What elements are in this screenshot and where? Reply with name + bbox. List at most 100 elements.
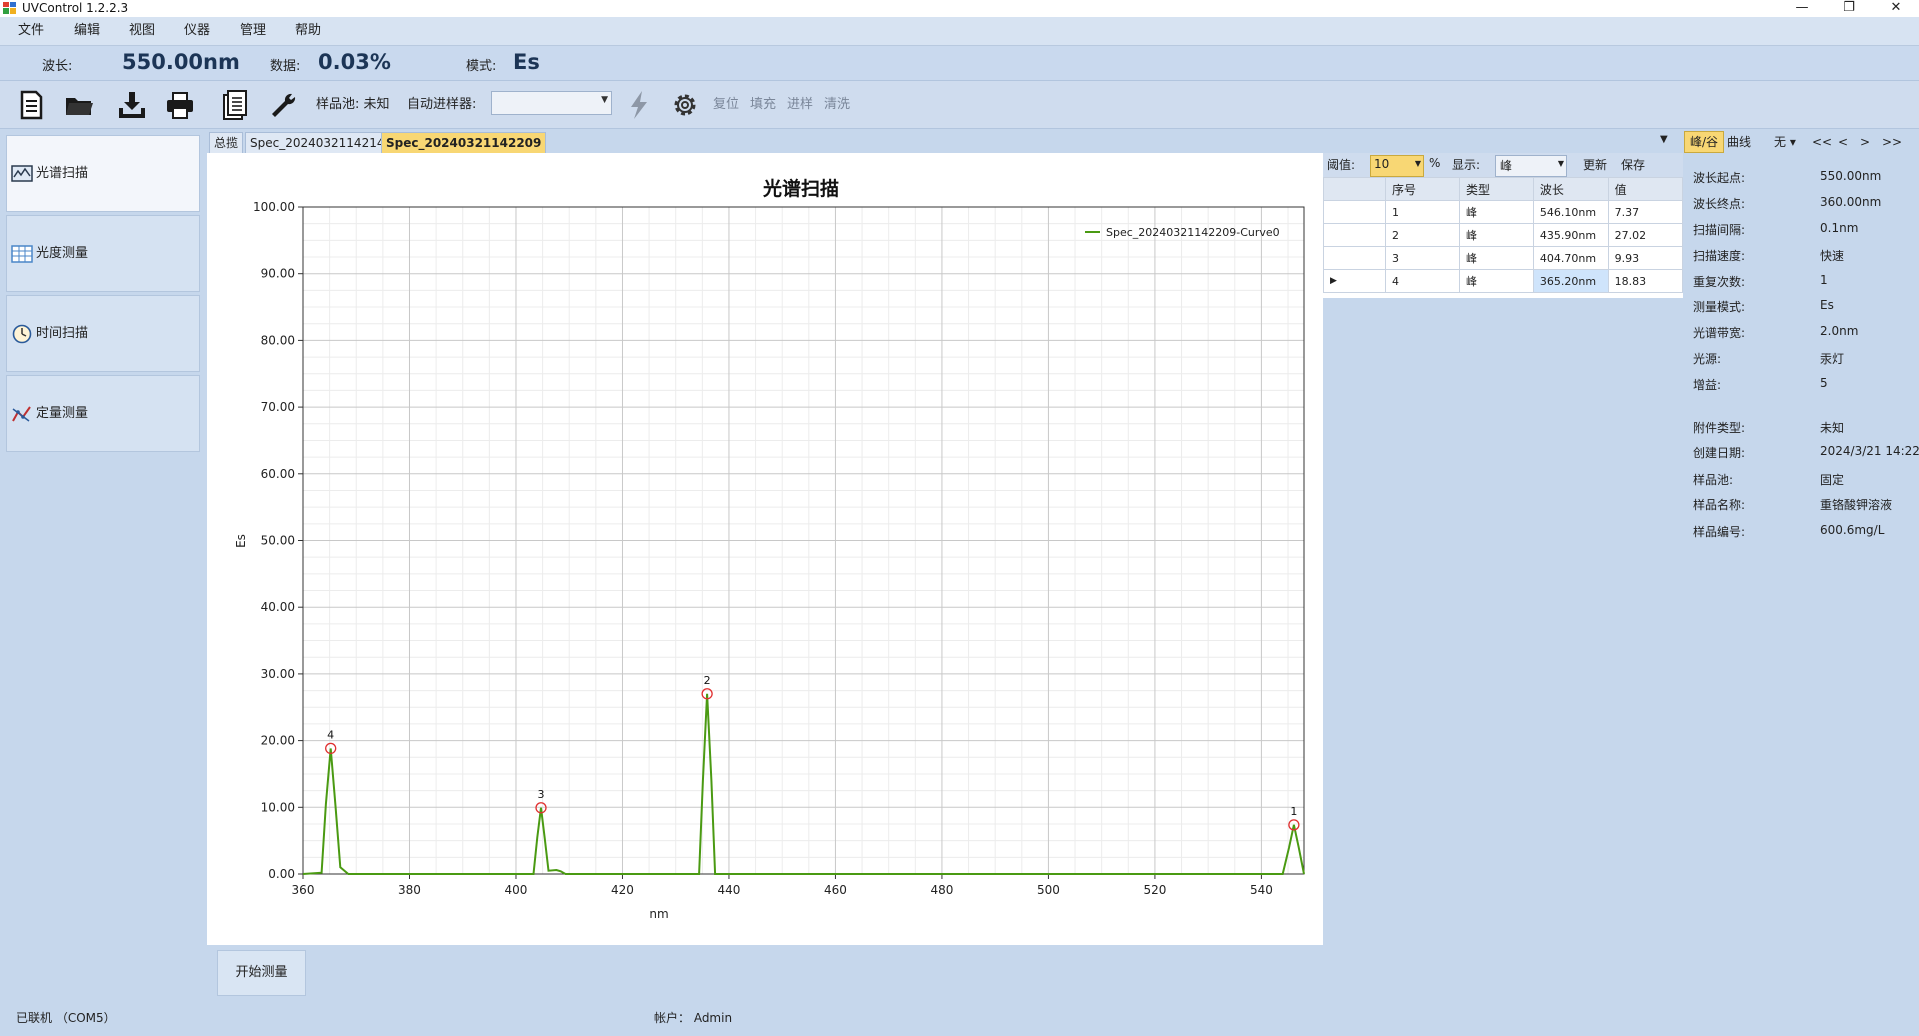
- cell-value[interactable]: 27.02: [1607, 223, 1684, 247]
- prop-value: 重铬酸钾溶液: [1820, 498, 1893, 512]
- row-selector[interactable]: [1322, 223, 1387, 247]
- lightning-icon[interactable]: [622, 88, 656, 122]
- nav-first-button[interactable]: <<: [1812, 132, 1832, 152]
- table-row[interactable]: 2 峰 435.90nm 27.02: [1322, 223, 1684, 247]
- cell-wavelength[interactable]: 435.90nm: [1532, 223, 1609, 247]
- y-tick-label: 80.00: [261, 333, 295, 347]
- download-icon[interactable]: [115, 88, 149, 122]
- cell-wavelength[interactable]: 404.70nm: [1532, 246, 1609, 270]
- column-header[interactable]: 序号: [1385, 177, 1460, 201]
- data-label: 数据:: [270, 59, 301, 74]
- reset-button[interactable]: 复位: [713, 95, 739, 115]
- minimize-button[interactable]: —: [1782, 0, 1822, 17]
- display-select[interactable]: 峰 ▼: [1495, 155, 1567, 177]
- auto-sampler-label: 自动进样器:: [407, 97, 477, 112]
- legend-label: Spec_20240321142209-Curve0: [1106, 226, 1280, 239]
- start-measure-button[interactable]: 开始测量: [217, 950, 306, 996]
- prop-label: 波长起点:: [1693, 171, 1746, 185]
- chart-axes: 360 380 400 420 440 460 480 500 520 540 0.00 10.00 2…: [253, 200, 1305, 897]
- refresh-button[interactable]: 更新: [1583, 156, 1607, 173]
- cell-value[interactable]: 9.93: [1607, 246, 1684, 270]
- tab-spec-142148[interactable]: Spec_20240321142148: [245, 132, 398, 154]
- cell-wavelength[interactable]: 546.10nm: [1532, 200, 1609, 224]
- print-icon[interactable]: [163, 88, 197, 122]
- cell-no[interactable]: 2: [1385, 223, 1460, 247]
- cell-type[interactable]: 峰: [1458, 223, 1534, 247]
- peak-label: 1: [1290, 805, 1297, 818]
- cell-value[interactable]: 7.37: [1607, 200, 1684, 224]
- cell-type[interactable]: 峰: [1458, 246, 1534, 270]
- chart-series: [302, 693, 1305, 875]
- x-tick-label: 420: [611, 883, 634, 897]
- none-dropdown[interactable]: 无 ▾: [1774, 132, 1796, 152]
- cell-no[interactable]: 3: [1385, 246, 1460, 270]
- tab-peak-valley[interactable]: 峰/谷: [1684, 131, 1724, 153]
- chevron-down-icon: ▼: [1414, 159, 1421, 168]
- open-folder-icon[interactable]: [62, 88, 96, 122]
- row-selector[interactable]: [1322, 200, 1387, 224]
- table-row[interactable]: 3 峰 404.70nm 9.93: [1322, 246, 1684, 270]
- menu-edit[interactable]: 编辑: [70, 17, 104, 45]
- x-tick-label: 380: [398, 883, 421, 897]
- cell-wavelength[interactable]: 365.20nm: [1532, 269, 1609, 293]
- nav-next-button[interactable]: >: [1860, 132, 1870, 152]
- nav-quantitative[interactable]: 定量测量: [6, 375, 200, 452]
- cell-type[interactable]: 峰: [1458, 269, 1534, 293]
- tab-spec-142209[interactable]: Spec_20240321142209: [381, 132, 547, 154]
- tab-curve[interactable]: 曲线: [1727, 132, 1751, 152]
- prop-value: 2.0nm: [1820, 324, 1859, 338]
- tab-overview[interactable]: 总揽: [209, 132, 244, 154]
- spectrum-chart: 光谱扫描 360 380 400 420 440 460 480 500 520 540 0.00 1…: [234, 177, 1305, 921]
- nav-label: 光度测量: [36, 246, 89, 261]
- inject-button[interactable]: 进样: [787, 95, 813, 115]
- menu-help[interactable]: 帮助: [291, 17, 325, 45]
- prop-value: 固定: [1820, 473, 1845, 487]
- fill-button[interactable]: 填充: [750, 95, 776, 115]
- y-tick-label: 30.00: [261, 667, 295, 681]
- row-selector[interactable]: ▶: [1322, 269, 1387, 293]
- new-document-icon[interactable]: [14, 88, 48, 122]
- column-header[interactable]: 值: [1607, 177, 1684, 201]
- cell-type[interactable]: 峰: [1458, 200, 1534, 224]
- save-button[interactable]: 保存: [1621, 156, 1645, 173]
- collapse-button[interactable]: ▼: [1660, 134, 1668, 145]
- spectrum-scan-icon: [11, 165, 33, 182]
- report-icon[interactable]: [218, 88, 252, 122]
- column-header[interactable]: 波长: [1532, 177, 1609, 201]
- x-axis-label: nm: [649, 907, 668, 921]
- display-value: 峰: [1500, 159, 1513, 173]
- prop-label: 增益:: [1693, 378, 1722, 392]
- cell-no[interactable]: 4: [1385, 269, 1460, 293]
- menu-instrument[interactable]: 仪器: [180, 17, 214, 45]
- nav-time-scan[interactable]: 时间扫描: [6, 295, 200, 372]
- photometric-grid-icon: [11, 245, 33, 263]
- nav-last-button[interactable]: >>: [1882, 132, 1902, 152]
- quant-chart-icon: [12, 406, 31, 422]
- prop-label: 附件类型:: [1693, 421, 1746, 435]
- y-axis-label: Es: [234, 534, 248, 548]
- column-header[interactable]: 类型: [1458, 177, 1534, 201]
- table-row[interactable]: ▶ 4 峰 365.20nm 18.83: [1322, 269, 1684, 293]
- menu-view[interactable]: 视图: [125, 17, 159, 45]
- nav-label: 时间扫描: [36, 326, 89, 341]
- nav-prev-button[interactable]: <: [1838, 132, 1848, 152]
- peak-toolbar: 阈值: 10 ▼ % 显示: 峰 ▼ 更新 保存: [1323, 153, 1683, 177]
- chart-title: 光谱扫描: [762, 177, 839, 200]
- menu-file[interactable]: 文件: [14, 17, 48, 45]
- table-row[interactable]: 1 峰 546.10nm 7.37: [1322, 200, 1684, 224]
- wash-button[interactable]: 清洗: [824, 95, 850, 115]
- nav-spectrum-scan[interactable]: 光谱扫描: [6, 135, 200, 212]
- close-button[interactable]: ✕: [1876, 0, 1916, 17]
- gear-icon[interactable]: [668, 88, 702, 122]
- peak-label: 4: [327, 728, 334, 741]
- menu-manage[interactable]: 管理: [236, 17, 270, 45]
- threshold-input[interactable]: 10 ▼: [1370, 155, 1424, 177]
- maximize-button[interactable]: ❐: [1829, 0, 1869, 17]
- row-selector[interactable]: [1322, 246, 1387, 270]
- nav-photometric[interactable]: 光度测量: [6, 215, 200, 292]
- prop-value: 0.1nm: [1820, 221, 1859, 235]
- wrench-icon[interactable]: [266, 88, 300, 122]
- cell-value[interactable]: 18.83: [1607, 269, 1684, 293]
- cell-no[interactable]: 1: [1385, 200, 1460, 224]
- auto-sampler-select[interactable]: ▼: [491, 91, 612, 115]
